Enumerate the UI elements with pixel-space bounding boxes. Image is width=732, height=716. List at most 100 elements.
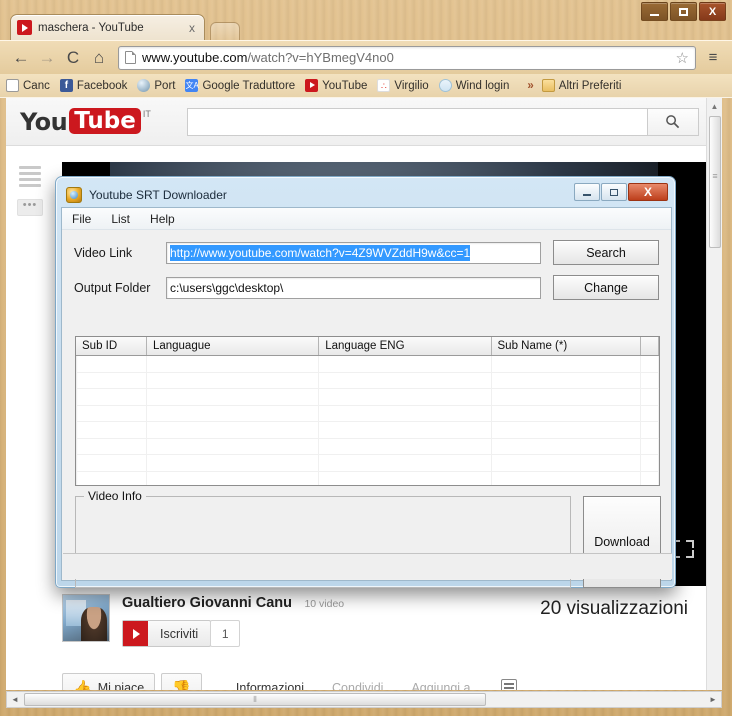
browser-titlebar: maschera - YouTube x X (0, 0, 732, 40)
menu-help[interactable]: Help (140, 212, 185, 226)
minimize-button[interactable] (641, 2, 668, 21)
maximize-button[interactable] (670, 2, 697, 21)
dialog-minimize-button[interactable] (574, 183, 600, 201)
bookmark-youtube[interactable]: YouTube (305, 79, 367, 92)
back-icon[interactable]: ← (8, 45, 34, 71)
table-cell (492, 455, 642, 471)
tab-condividi[interactable]: Condividi (332, 681, 383, 690)
output-folder-input[interactable]: c:\users\ggc\desktop\ (166, 276, 541, 299)
table-cell (641, 422, 659, 438)
table-cell (319, 455, 492, 471)
hamburger-icon[interactable] (19, 166, 41, 187)
like-button[interactable]: 👍 Mi piace (62, 673, 156, 690)
page-horizontal-scrollbar[interactable]: ◄ ⦀ ► (6, 691, 722, 708)
url-host: www.youtube.com (142, 50, 248, 65)
tab-informazioni[interactable]: Informazioni (236, 681, 304, 690)
like-label: Mi piace (97, 681, 145, 690)
channel-info: Gualtiero Giovanni Canu 10 video Iscrivi… (122, 594, 344, 647)
chrome-menu-icon[interactable]: ≡ (702, 49, 724, 66)
table-cell (492, 422, 642, 438)
bookmark-facebook[interactable]: f Facebook (59, 79, 127, 92)
menu-file[interactable]: File (62, 212, 101, 226)
tab-aggiungi-a[interactable]: Aggiungi a (411, 681, 470, 690)
subtitles-table[interactable]: Sub ID Languague Language ENG Sub Name (*) (75, 336, 660, 486)
table-row[interactable] (76, 422, 659, 439)
subscriber-count[interactable]: 1 (210, 620, 241, 647)
table-row[interactable] (76, 389, 659, 406)
bookmark-google-traduttore[interactable]: 文A Google Traduttore (185, 79, 295, 92)
youtube-header: You Tube IT (6, 98, 722, 146)
horizontal-scroll-thumb[interactable]: ⦀ (24, 693, 486, 706)
channel-line: Gualtiero Giovanni Canu 10 video (122, 594, 344, 612)
dialog-menubar: File List Help (62, 208, 671, 230)
avatar[interactable] (62, 594, 110, 642)
video-link-input[interactable]: http://www.youtube.com/watch?v=4Z9WVZddH… (166, 241, 541, 264)
table-column-header[interactable] (641, 337, 659, 355)
youtube-play-icon (123, 621, 148, 646)
close-tab-icon[interactable]: x (186, 21, 198, 35)
dialog-close-button[interactable]: X (628, 183, 668, 201)
table-column-header[interactable]: Sub ID (76, 337, 147, 355)
bookmark-virgilio[interactable]: ∴ Virgilio (377, 79, 429, 92)
logo-you: You (20, 107, 68, 136)
bookmark-port[interactable]: Port (137, 79, 175, 92)
change-button[interactable]: Change (553, 275, 659, 300)
subscribe-button[interactable]: Iscriviti (122, 620, 212, 647)
bookmark-wind-login[interactable]: Wind login (438, 79, 509, 92)
bookmark-star-icon[interactable]: ☆ (676, 49, 689, 67)
browser-tab[interactable]: maschera - YouTube x (10, 14, 205, 40)
scroll-left-arrow[interactable]: ◄ (7, 695, 23, 704)
table-column-header[interactable]: Languague (147, 337, 320, 355)
thumbs-up-icon: 👍 (73, 680, 92, 690)
search-icon[interactable] (646, 107, 699, 136)
browser-window-controls: X (641, 2, 726, 21)
rail-more-button[interactable]: ••• (17, 199, 43, 216)
table-row[interactable] (76, 438, 659, 455)
table-row[interactable] (76, 405, 659, 422)
forward-icon[interactable]: → (34, 45, 60, 71)
video-count: 10 video (304, 598, 345, 610)
youtube-icon (305, 79, 319, 92)
page-info-icon (125, 51, 136, 64)
table-cell (319, 438, 492, 454)
bookmark-other-preferiti[interactable]: Altri Preferiti (541, 79, 621, 92)
scroll-right-arrow[interactable]: ► (705, 695, 721, 704)
thumbs-down-icon: 👎 (172, 680, 191, 690)
table-row[interactable] (76, 455, 659, 472)
table-row[interactable] (76, 471, 659, 485)
table-column-header[interactable]: Language ENG (319, 337, 492, 355)
table-cell (319, 422, 492, 438)
statistics-icon[interactable] (500, 679, 517, 690)
dialog-maximize-button[interactable] (601, 183, 627, 201)
bookmark-canc[interactable]: Canc (6, 79, 50, 92)
table-cell (76, 356, 147, 372)
page-vertical-scrollbar[interactable]: ▲ (706, 98, 722, 690)
left-rail: ••• (10, 160, 50, 216)
vertical-scroll-thumb[interactable] (709, 116, 721, 248)
table-column-header[interactable]: Sub Name (*) (492, 337, 642, 355)
table-cell (492, 356, 642, 372)
close-button[interactable]: X (699, 2, 726, 21)
search-button[interactable]: Search (553, 240, 659, 265)
channel-name[interactable]: Gualtiero Giovanni Canu (122, 595, 292, 611)
menu-list[interactable]: List (101, 212, 140, 226)
table-cell (76, 471, 147, 485)
video-link-value: http://www.youtube.com/watch?v=4Z9WVZddH… (170, 244, 471, 261)
subscribe-row: Iscriviti 1 (122, 620, 344, 647)
search-input[interactable] (186, 107, 647, 136)
bookmarks-overflow-icon[interactable]: » (527, 80, 533, 92)
table-cell (319, 405, 492, 421)
dialog-body: File List Help Video Link http://www.you… (61, 207, 672, 588)
logo-tube: Tube (69, 107, 141, 134)
table-cell (147, 455, 320, 471)
home-icon[interactable]: ⌂ (86, 45, 112, 71)
table-row[interactable] (76, 372, 659, 389)
bookmarks-bar: Canc f Facebook Port 文A Google Traduttor… (0, 74, 732, 98)
youtube-logo[interactable]: You Tube IT (20, 107, 151, 136)
reload-icon[interactable]: C (60, 45, 86, 71)
new-tab-button[interactable] (210, 22, 240, 40)
table-row[interactable] (76, 356, 659, 373)
dislike-button[interactable]: 👎 (161, 673, 202, 690)
address-bar[interactable]: www.youtube.com/watch?v=hYBmegV4no0 ☆ (118, 45, 696, 70)
scroll-up-arrow[interactable]: ▲ (707, 98, 722, 114)
